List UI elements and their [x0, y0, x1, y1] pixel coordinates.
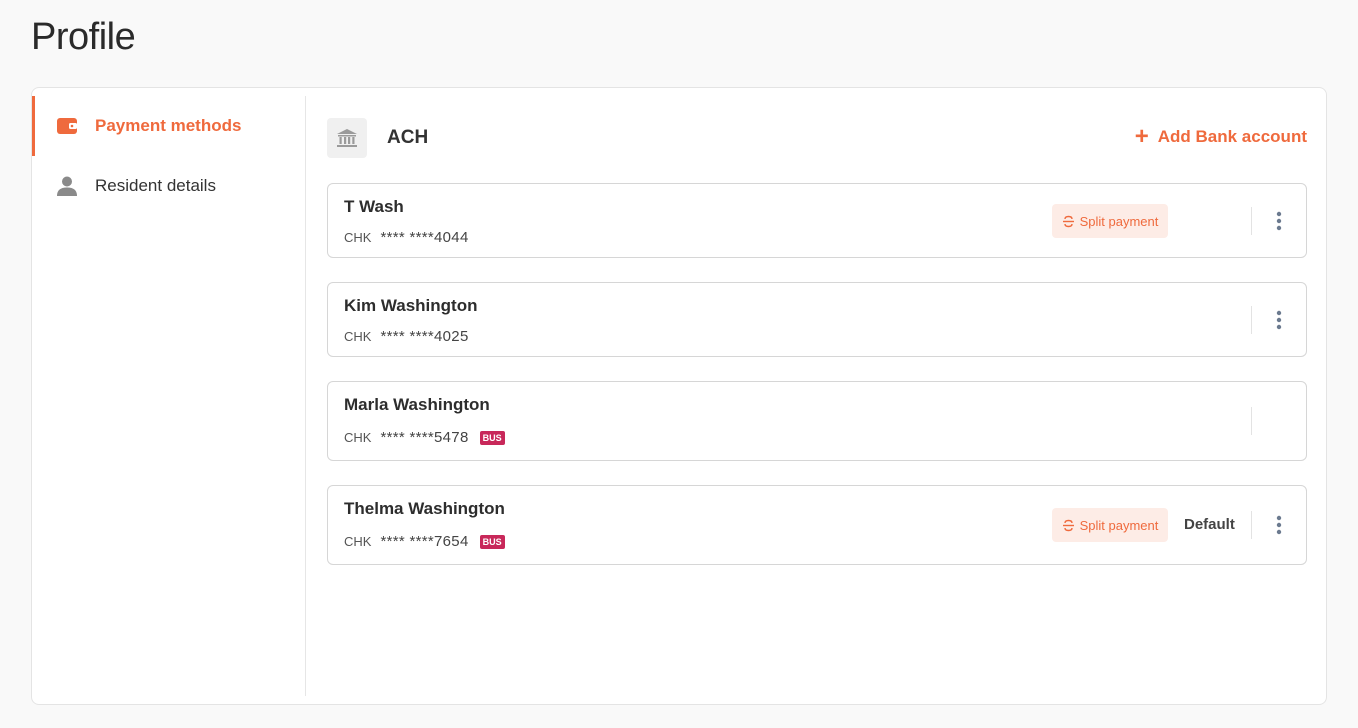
account-type: CHK	[344, 230, 372, 245]
section-header: ACH + Add Bank account	[327, 117, 1307, 159]
account-row: Kim Washington CHK **** ****4025	[327, 282, 1307, 357]
more-options-icon[interactable]	[1268, 510, 1290, 540]
page-title: Profile	[31, 16, 136, 58]
sidebar: Payment methods Resident details	[32, 96, 306, 696]
add-bank-account-label: Add Bank account	[1157, 127, 1307, 146]
split-payment-label: Split payment	[1079, 517, 1159, 533]
wallet-icon	[56, 115, 78, 137]
business-badge: BUS	[479, 430, 505, 445]
account-name: Thelma Washington	[344, 499, 505, 518]
account-type: CHK	[344, 534, 372, 549]
payment-content: ACH + Add Bank account T Wash CHK **** *…	[327, 117, 1307, 565]
sidebar-item-resident-details[interactable]: Resident details	[32, 156, 305, 216]
split-icon	[1062, 215, 1074, 227]
divider	[1251, 306, 1252, 334]
account-row: T Wash CHK **** ****4044 Split payment	[327, 183, 1307, 258]
sidebar-item-label: Resident details	[95, 176, 216, 195]
divider	[1251, 207, 1252, 235]
account-row: Thelma Washington CHK **** ****7654 BUS …	[327, 485, 1307, 565]
account-number: **** ****5478	[380, 429, 469, 446]
account-number: **** ****4044	[380, 229, 469, 246]
plus-icon: +	[1134, 123, 1149, 150]
account-type: CHK	[344, 329, 372, 344]
user-icon	[56, 175, 78, 197]
account-details: CHK **** ****4044	[344, 229, 469, 246]
split-payment-badge[interactable]: Split payment	[1052, 508, 1168, 542]
account-type: CHK	[344, 430, 372, 445]
divider	[1251, 511, 1252, 539]
divider	[1251, 407, 1252, 435]
account-name: T Wash	[344, 197, 404, 216]
default-label: Default	[1184, 516, 1235, 533]
sidebar-item-payment-methods[interactable]: Payment methods	[32, 96, 305, 156]
split-icon	[1062, 519, 1074, 531]
business-badge: BUS	[479, 534, 505, 549]
more-options-icon[interactable]	[1268, 206, 1290, 236]
bank-icon	[327, 118, 367, 158]
account-details: CHK **** ****5478 BUS	[344, 429, 505, 446]
more-options-icon[interactable]	[1268, 305, 1290, 335]
account-row: Marla Washington CHK **** ****5478 BUS	[327, 381, 1307, 461]
account-name: Kim Washington	[344, 296, 478, 315]
split-payment-badge[interactable]: Split payment	[1052, 204, 1168, 238]
account-details: CHK **** ****4025	[344, 328, 469, 345]
profile-card: Payment methods Resident details ACH + A…	[31, 87, 1327, 705]
section-title: ACH	[387, 127, 429, 148]
sidebar-item-label: Payment methods	[95, 116, 242, 135]
account-name: Marla Washington	[344, 395, 490, 414]
add-bank-account-button[interactable]: + Add Bank account	[1134, 123, 1307, 150]
account-number: **** ****4025	[380, 328, 469, 345]
split-payment-label: Split payment	[1079, 213, 1159, 229]
account-details: CHK **** ****7654 BUS	[344, 533, 505, 550]
account-number: **** ****7654	[380, 533, 469, 550]
